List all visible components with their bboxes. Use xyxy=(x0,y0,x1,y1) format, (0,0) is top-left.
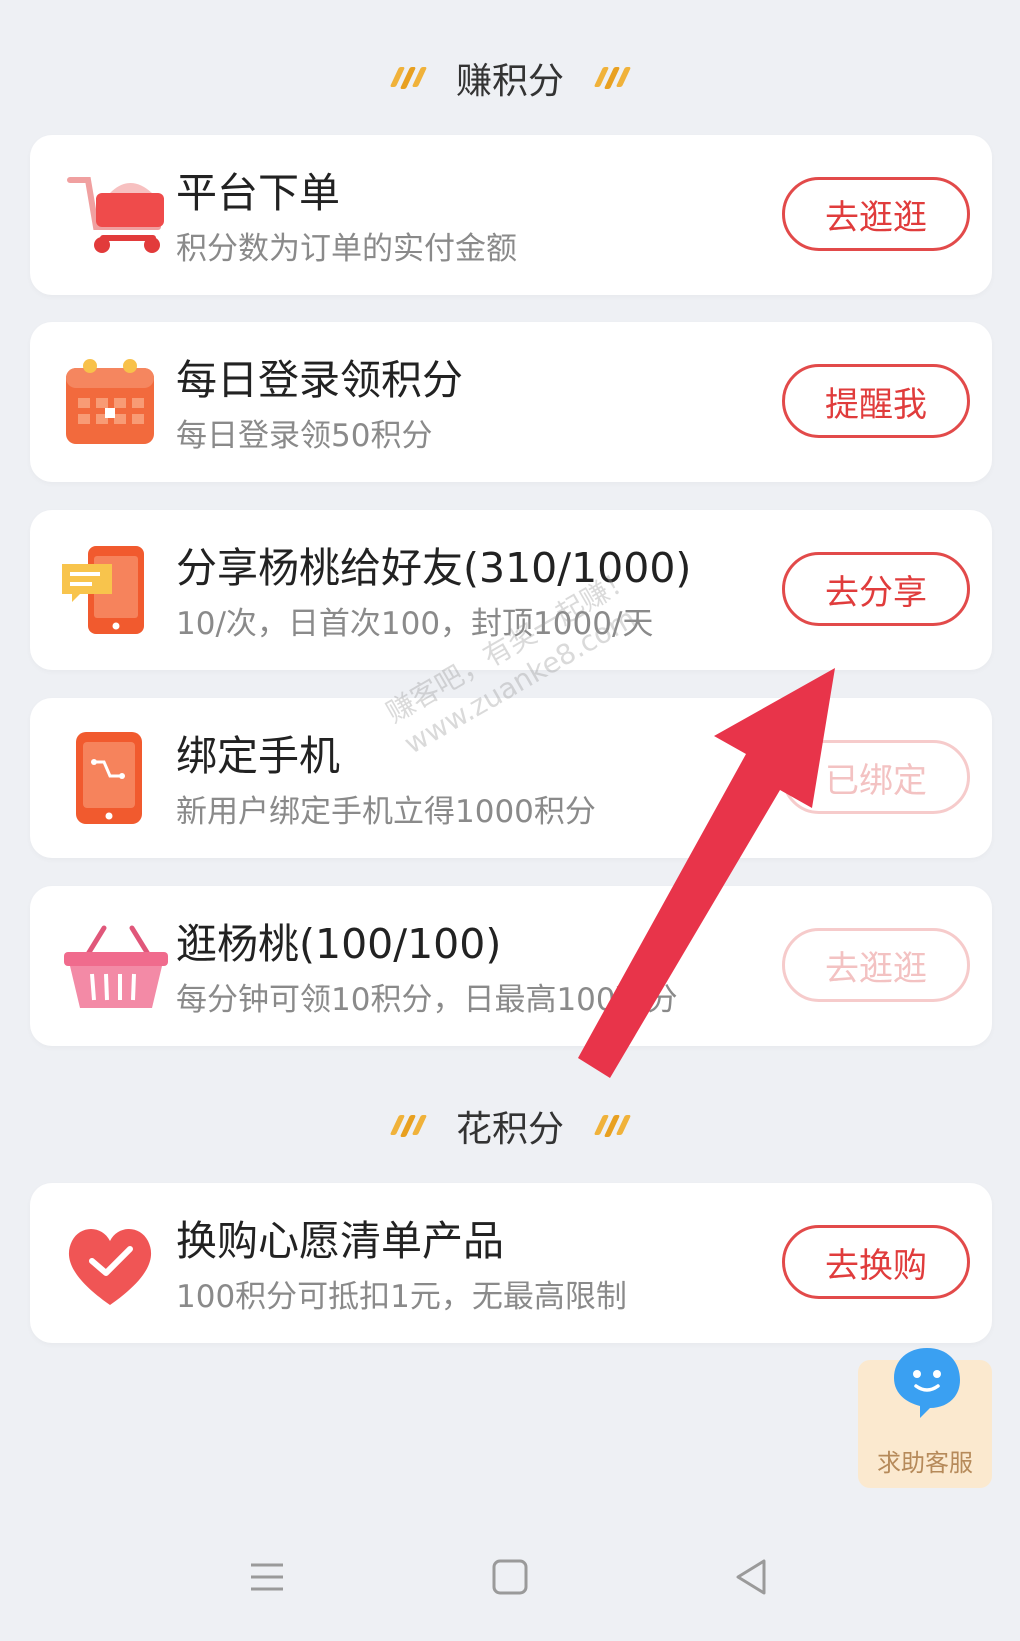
go-redeem-button[interactable]: 去换购 xyxy=(782,1225,970,1299)
bound-button[interactable]: 已绑定 xyxy=(782,740,970,814)
menu-icon[interactable] xyxy=(245,1555,289,1599)
calendar-icon xyxy=(60,352,180,452)
task-card-place-order: 平台下单 积分数为订单的实付金额 去逛逛 xyxy=(30,135,992,295)
task-subtitle: 积分数为订单的实付金额 xyxy=(176,231,517,267)
spend-section-title: 花积分 xyxy=(0,1096,1020,1156)
heart-check-icon xyxy=(60,1213,180,1313)
task-card-bind-phone: 绑定手机 新用户绑定手机立得1000积分 已绑定 xyxy=(30,698,992,858)
phone-icon xyxy=(60,728,180,828)
basket-icon xyxy=(60,916,180,1016)
share-chat-icon xyxy=(60,540,180,640)
customer-service-icon xyxy=(890,1344,964,1418)
shopping-cart-icon xyxy=(60,165,180,265)
spend-title: 换购心愿清单产品 xyxy=(176,1217,504,1265)
task-title: 平台下单 xyxy=(176,169,340,217)
system-navigation-bar xyxy=(0,1520,1020,1641)
task-subtitle: 新用户绑定手机立得1000积分 xyxy=(176,794,596,830)
go-browse-button-disabled[interactable]: 去逛逛 xyxy=(782,928,970,1002)
go-share-button[interactable]: 去分享 xyxy=(782,552,970,626)
decor-slashes-icon xyxy=(593,1115,632,1137)
earn-section-title: 赚积分 xyxy=(0,48,1020,108)
customer-service-label: 求助客服 xyxy=(877,1449,973,1477)
task-title: 绑定手机 xyxy=(176,732,340,780)
task-card-daily-login: 每日登录领积分 每日登录领50积分 提醒我 xyxy=(30,322,992,482)
task-card-browse: 逛杨桃(100/100) 每分钟可领10积分，日最高100积分 去逛逛 xyxy=(30,886,992,1046)
decor-slashes-icon xyxy=(389,67,428,89)
remind-me-button[interactable]: 提醒我 xyxy=(782,364,970,438)
task-subtitle: 每日登录领50积分 xyxy=(176,418,433,454)
back-icon[interactable] xyxy=(730,1555,774,1599)
task-subtitle: 每分钟可领10积分，日最高100积分 xyxy=(176,982,678,1018)
customer-service-button[interactable]: 求助客服 xyxy=(858,1348,992,1488)
task-title: 每日登录领积分 xyxy=(176,356,463,404)
spend-card-wishlist: 换购心愿清单产品 100积分可抵扣1元，无最高限制 去换购 xyxy=(30,1183,992,1343)
home-icon[interactable] xyxy=(488,1555,532,1599)
spend-subtitle: 100积分可抵扣1元，无最高限制 xyxy=(176,1279,627,1315)
earn-title-text: 赚积分 xyxy=(455,61,564,102)
spend-title-text: 花积分 xyxy=(455,1109,564,1150)
task-title: 逛杨桃(100/100) xyxy=(176,920,502,968)
decor-slashes-icon xyxy=(389,1115,428,1137)
go-browse-button[interactable]: 去逛逛 xyxy=(782,177,970,251)
decor-slashes-icon xyxy=(593,67,632,89)
